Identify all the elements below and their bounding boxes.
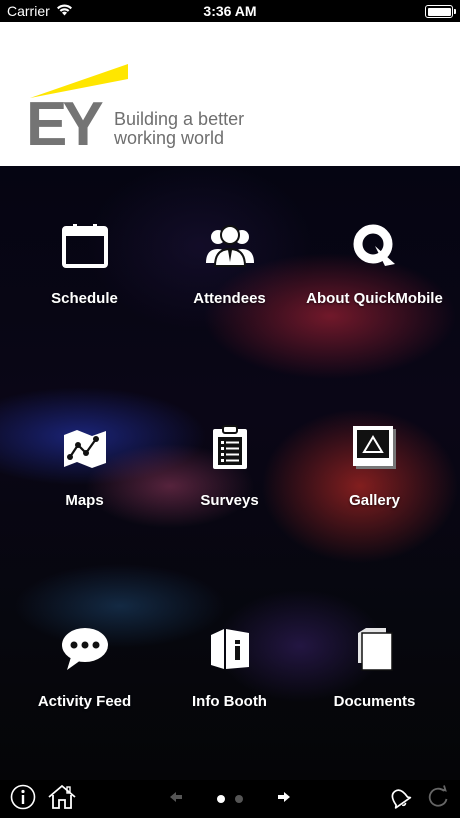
info-button[interactable]	[8, 784, 38, 814]
tagline-line-2: working world	[114, 128, 225, 148]
logo-text: EY	[26, 90, 103, 148]
bottom-toolbar	[0, 780, 460, 818]
menu-item-label: Maps	[65, 492, 104, 509]
menu-item-attendees[interactable]: Attendees	[153, 218, 306, 338]
info-icon	[10, 784, 36, 815]
menu-item-activity-feed[interactable]: Activity Feed	[8, 621, 161, 741]
refresh-button[interactable]	[424, 784, 452, 814]
clipboard-icon	[211, 424, 249, 476]
battery-fill	[427, 7, 451, 16]
menu-item-schedule[interactable]: Schedule	[8, 218, 161, 338]
menu-item-label: Activity Feed	[37, 693, 132, 710]
menu-item-label: Info Booth	[192, 693, 267, 710]
refresh-icon	[427, 784, 449, 814]
status-bar: Carrier 3:36 AM	[0, 0, 460, 22]
documents-icon	[356, 627, 394, 676]
calendar-icon	[61, 223, 109, 274]
next-page-button[interactable]	[274, 784, 294, 814]
speech-bubble-icon	[61, 627, 109, 676]
home-button[interactable]	[46, 784, 78, 814]
page-indicator-inactive[interactable]	[235, 795, 243, 803]
quickmobile-logo-icon	[353, 224, 397, 273]
menu-item-label: About QuickMobile	[306, 290, 443, 307]
status-time: 3:36 AM	[203, 3, 257, 19]
menu-item-documents[interactable]: Documents	[298, 621, 451, 741]
menu-item-label: Schedule	[51, 290, 118, 307]
menu-item-gallery[interactable]: Gallery	[298, 420, 451, 540]
menu-item-label: Surveys	[200, 492, 259, 509]
home-grid: Schedule Attendees About QuickMobile Map…	[0, 166, 460, 780]
menu-item-info-booth[interactable]: Info Booth	[153, 621, 306, 741]
people-icon	[205, 224, 254, 272]
menu-item-about-quickmobile[interactable]: About QuickMobile	[298, 218, 451, 338]
home-icon	[47, 784, 77, 815]
tagline-line-1: Building a better	[114, 109, 245, 129]
menu-item-label: Documents	[333, 693, 416, 710]
ey-tagline: Building a better working world	[114, 110, 244, 148]
menu-item-label: Attendees	[193, 290, 266, 307]
notifications-button[interactable]	[385, 784, 413, 814]
page-indicator-active[interactable]	[217, 795, 225, 803]
prev-page-button[interactable]	[166, 784, 186, 814]
header-banner: EY Building a better working world	[0, 22, 460, 166]
menu-item-surveys[interactable]: Surveys	[153, 420, 306, 540]
info-booth-icon	[210, 627, 250, 676]
arrow-right-icon	[277, 790, 291, 808]
map-icon	[62, 427, 108, 474]
picture-icon	[352, 425, 398, 476]
menu-item-label: Gallery	[349, 492, 400, 509]
bell-icon	[386, 784, 412, 815]
arrow-left-icon	[169, 790, 183, 808]
battery-icon	[425, 5, 456, 18]
menu-item-maps[interactable]: Maps	[8, 420, 161, 540]
